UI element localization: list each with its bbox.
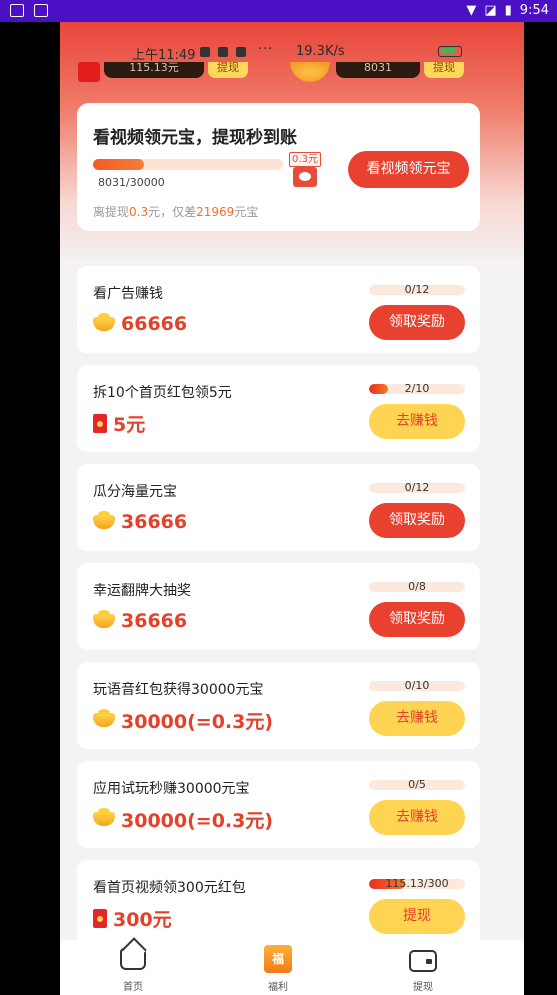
nav-home[interactable]: 首页 (103, 940, 163, 995)
redpack-icon (93, 908, 107, 928)
task-reward: 66666 (93, 312, 187, 336)
screen: ▼ ◪ ▮ 9:54 上午11:49 ··· 19.3K/s 115.13元 提… (0, 0, 557, 995)
coin-balance: 8031 (336, 62, 420, 78)
task-card: 瓜分海量元宝 36666 0/12 领取奖励 (77, 464, 480, 551)
task-progress-label: 0/12 (404, 283, 430, 296)
coin-withdraw-button[interactable]: 提现 (424, 62, 464, 78)
status-more-dots: ··· (258, 42, 274, 57)
system-time: 9:54 (519, 3, 549, 18)
task-card: 幸运翻牌大抽奖 36666 0/8 领取奖励 (77, 563, 480, 650)
bottom-nav: 首页 福 福利 提现 (60, 940, 524, 995)
home-icon (120, 948, 146, 970)
system-status-bar: ▼ ◪ ▮ 9:54 (0, 0, 557, 22)
task-action-button[interactable]: 去赚钱 (369, 800, 465, 835)
withdraw-amount: 0.3元 (289, 152, 321, 167)
task-reward-value: 30000(=0.3元) (121, 710, 274, 733)
withdraw-target: 0.3元 (289, 152, 321, 188)
wifi-icon: ▼ (466, 3, 477, 18)
ingot-icon (93, 511, 115, 529)
task-card: 看广告赚钱 66666 0/12 领取奖励 (77, 266, 480, 353)
task-action-button[interactable]: 领取奖励 (369, 305, 465, 340)
task-action-button[interactable]: 领取奖励 (369, 602, 465, 637)
task-reward-value: 300元 (113, 908, 172, 931)
nav-welfare-label: 福利 (268, 982, 288, 993)
remain-suffix: 元宝 (234, 205, 259, 219)
task-progress-label: 0/10 (404, 679, 430, 692)
task-title: 看广告赚钱 (93, 286, 163, 302)
status-icon (218, 47, 228, 57)
coin-progress-bar (93, 159, 283, 170)
task-reward: 36666 (93, 510, 187, 534)
task-card: 玩语音红包获得30000元宝 30000(=0.3元) 0/10 去赚钱 (77, 662, 480, 749)
task-reward: 36666 (93, 609, 187, 633)
task-card: 应用试玩秒赚30000元宝 30000(=0.3元) 0/5 去赚钱 (77, 761, 480, 848)
nav-home-label: 首页 (123, 982, 143, 993)
cash-balance: 115.13元 (104, 62, 204, 78)
cash-withdraw-button[interactable]: 提现 (208, 62, 248, 78)
task-title: 看首页视频领300元红包 (93, 880, 246, 896)
notification-icon (10, 4, 24, 17)
remain-amount: 0.3 (129, 205, 149, 219)
task-action-button[interactable]: 提现 (369, 899, 465, 934)
remaining-text: 离提现0.3元，仅差21969元宝 (93, 203, 258, 220)
ingot-icon (93, 313, 115, 331)
nav-withdraw[interactable]: 提现 (393, 940, 453, 995)
task-progress-label: 115.13/300 (385, 877, 449, 890)
task-title: 玩语音红包获得30000元宝 (93, 682, 264, 698)
status-icon (200, 47, 210, 57)
app-a-icon (34, 4, 48, 17)
balance-strip: 115.13元 提现 8031 提现 (60, 62, 524, 82)
task-action-button[interactable]: 去赚钱 (369, 404, 465, 439)
welfare-icon: 福 (264, 945, 292, 973)
ingot-icon (93, 610, 115, 628)
task-reward-value: 66666 (121, 313, 188, 335)
task-action-button[interactable]: 去赚钱 (369, 701, 465, 736)
redpack-icon (93, 413, 107, 433)
battery-icon (438, 46, 462, 57)
task-reward: 30000(=0.3元) (93, 807, 274, 832)
task-action-button[interactable]: 领取奖励 (369, 503, 465, 538)
ingot-icon (93, 808, 115, 826)
app-window: 上午11:49 ··· 19.3K/s 115.13元 提现 8031 提现 看… (60, 22, 524, 940)
task-title: 瓜分海量元宝 (93, 484, 177, 500)
battery-icon: ▮ (504, 3, 512, 18)
task-progress-label: 0/8 (408, 580, 426, 593)
coin-progress-text: 8031/30000 (98, 176, 165, 189)
task-reward: 5元 (93, 411, 146, 436)
wallet-icon (409, 950, 437, 972)
card-title: 看视频领元宝，提现秒到账 (93, 128, 297, 148)
remain-mid: 元，仅差 (148, 205, 197, 219)
nav-withdraw-label: 提现 (413, 982, 433, 993)
task-reward-value: 5元 (113, 413, 146, 436)
task-progress-label: 2/10 (404, 382, 430, 395)
remain-coins: 21969 (196, 205, 235, 219)
task-card: 看首页视频领300元红包 300元 115.13/300 提现 (77, 860, 480, 940)
task-progress-label: 0/5 (408, 778, 426, 791)
task-reward: 30000(=0.3元) (93, 708, 274, 733)
video-reward-card: 看视频领元宝，提现秒到账 8031/30000 0.3元 看视频领元宝 离提现0… (77, 103, 480, 231)
task-reward-value: 36666 (121, 511, 188, 533)
task-title: 拆10个首页红包领5元 (93, 385, 232, 401)
task-reward-value: 36666 (121, 610, 188, 632)
task-title: 幸运翻牌大抽奖 (93, 583, 191, 599)
watch-video-button[interactable]: 看视频领元宝 (348, 151, 469, 188)
signal-icon: ◪ (484, 3, 497, 18)
ingot-icon (93, 709, 115, 727)
task-card: 拆10个首页红包领5元 5元 2/10 去赚钱 (77, 365, 480, 452)
network-speed: 19.3K/s (296, 44, 345, 59)
coin-icon (290, 62, 330, 82)
redpack-icon (78, 62, 100, 82)
task-reward-value: 30000(=0.3元) (121, 809, 274, 832)
task-title: 应用试玩秒赚30000元宝 (93, 781, 250, 797)
nav-welfare[interactable]: 福 福利 (248, 940, 308, 995)
coin-progress-fill (93, 159, 144, 170)
remain-prefix: 离提现 (93, 205, 130, 219)
wechat-icon (293, 167, 317, 187)
task-reward: 300元 (93, 906, 172, 931)
status-icon (236, 47, 246, 57)
task-progress-label: 0/12 (404, 481, 430, 494)
